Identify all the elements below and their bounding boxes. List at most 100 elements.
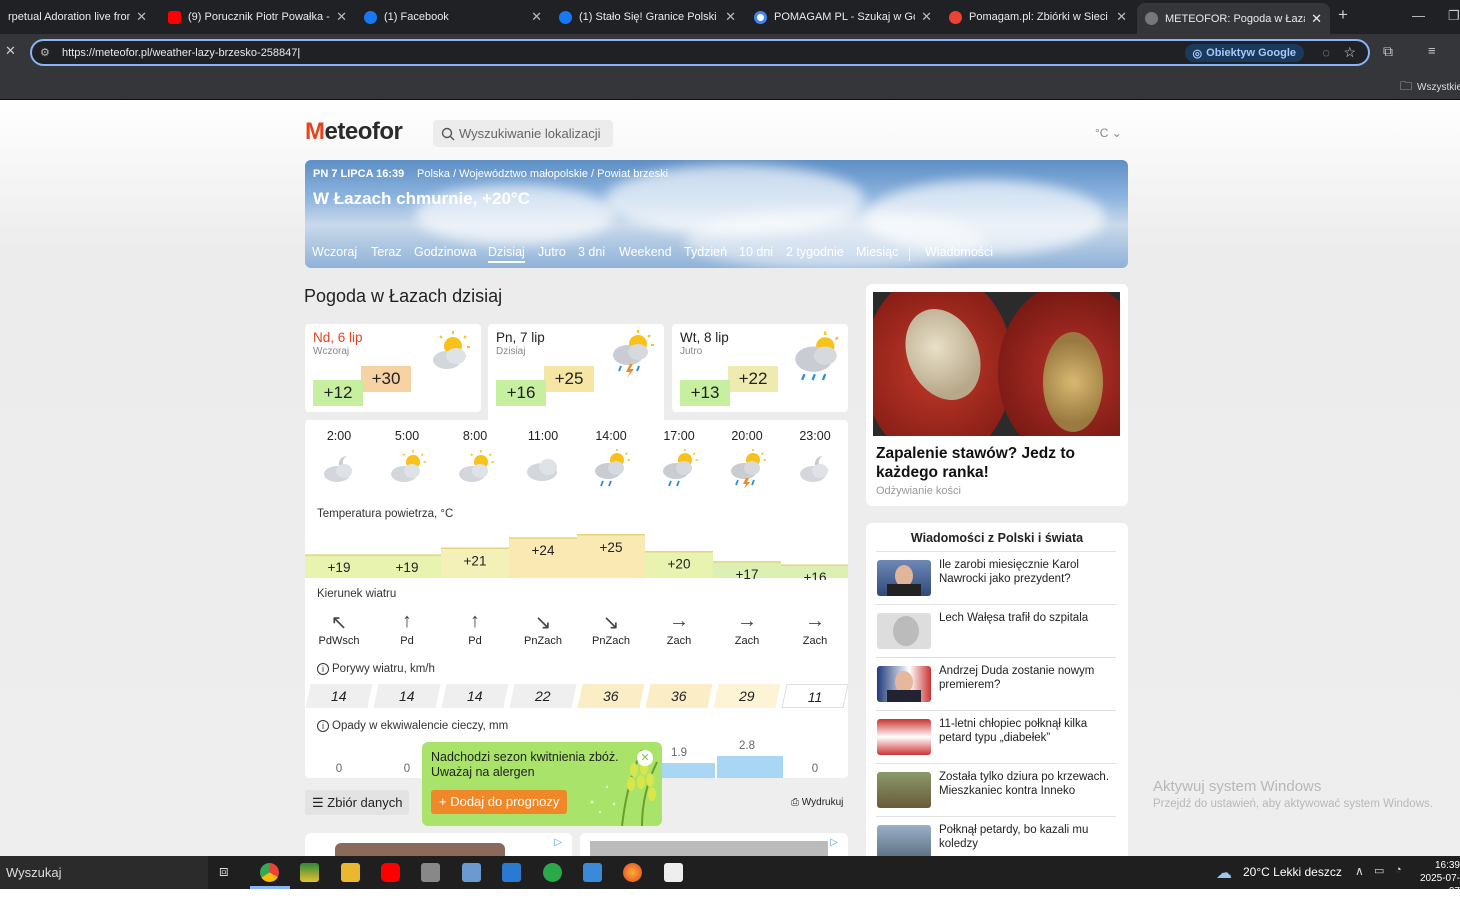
- chevron-up-icon[interactable]: ∧: [1355, 864, 1364, 878]
- tab-tydzien[interactable]: Tydzień: [684, 245, 727, 259]
- utorrent-icon[interactable]: [543, 863, 562, 882]
- advertisement[interactable]: Zapalenie stawów? Jedz to każdego ranka!…: [866, 284, 1128, 506]
- tab-weekend[interactable]: Weekend: [619, 245, 672, 259]
- site-settings-icon[interactable]: ⚙: [40, 46, 50, 59]
- browser-tab[interactable]: (9) Porucznik Piotr Powałka - Yo ✕: [160, 0, 355, 34]
- min-temp: +13: [680, 380, 730, 406]
- tab-teraz[interactable]: Teraz: [371, 245, 402, 259]
- tab-dzisiaj[interactable]: Dzisiaj: [488, 245, 525, 263]
- news-item[interactable]: Lech Wałęsa trafił do szpitala: [876, 604, 1116, 657]
- new-tab-icon[interactable]: +: [1338, 5, 1348, 25]
- printer-icon: ⎙: [791, 797, 799, 808]
- adchoices-icon[interactable]: ▷: [830, 837, 838, 848]
- clapperboard-icon[interactable]: [664, 863, 683, 882]
- temp-value: +16: [804, 570, 827, 580]
- location-search-input[interactable]: Wyszukiwanie lokalizacji: [433, 120, 613, 147]
- temp-value: +19: [328, 560, 351, 575]
- tab-godzinowa[interactable]: Godzinowa: [414, 245, 477, 259]
- ad-image[interactable]: [873, 292, 1120, 436]
- temp-value: +21: [464, 553, 487, 568]
- wifi-icon[interactable]: ◔: [1395, 864, 1402, 876]
- ad-headline[interactable]: Zapalenie stawów? Jedz to każdego ranka!: [876, 444, 1116, 482]
- close-tab-icon[interactable]: ✕: [136, 9, 147, 25]
- address-bar[interactable]: ⚙ https://meteofor.pl/weather-lazy-brzes…: [30, 39, 1370, 66]
- close-icon[interactable]: ✕: [5, 43, 16, 59]
- info-icon[interactable]: i: [317, 720, 329, 732]
- all-bookmarks-folder[interactable]: 🗀 Wszystkie: [1400, 77, 1460, 98]
- taskbar-search[interactable]: Wyszukaj: [0, 856, 208, 889]
- day-card-yesterday[interactable]: Nd, 6 lip Wczoraj +30 +12: [305, 324, 481, 412]
- tab-wiadomosci[interactable]: Wiadomości: [925, 245, 993, 259]
- precip-bar: [717, 755, 783, 778]
- close-tab-icon[interactable]: ✕: [1311, 11, 1322, 27]
- ad-card[interactable]: ▷: [305, 833, 572, 856]
- add-to-forecast-button[interactable]: + Dodaj do prognozy: [431, 790, 568, 814]
- browser-tab-active[interactable]: METEOFOR: Pogoda w Łazach c✕: [1137, 3, 1330, 34]
- temp-value: +19: [396, 560, 419, 575]
- reading-list-icon[interactable]: ≡: [1428, 43, 1436, 58]
- file-explorer-icon[interactable]: [341, 863, 360, 882]
- app-icon[interactable]: [421, 863, 440, 882]
- maximize-icon[interactable]: ❐: [1448, 8, 1460, 24]
- tab-3-dni[interactable]: 3 dni: [578, 245, 605, 259]
- app-icon[interactable]: [583, 863, 602, 882]
- moon-cloud-icon: [305, 448, 373, 488]
- battery-icon[interactable]: ▭: [1374, 864, 1384, 877]
- minimize-icon[interactable]: —: [1412, 8, 1425, 23]
- news-item[interactable]: Połknął petardy, bo kazali mu koledzy: [876, 816, 1116, 856]
- browser-tab[interactable]: rpetual Adoration live from S✕: [0, 0, 155, 34]
- ad-card[interactable]: ▷: [580, 833, 848, 856]
- taskbar-weather[interactable]: 20°C Lekki deszcz: [1243, 865, 1342, 879]
- url-text[interactable]: https://meteofor.pl/weather-lazy-brzesko…: [62, 47, 297, 59]
- browser-tab[interactable]: Pomagam.pl: Zbiórki w Sieci - G✕: [941, 0, 1135, 34]
- close-tab-icon[interactable]: ✕: [921, 9, 932, 25]
- adchoices-icon[interactable]: ▷: [554, 837, 562, 848]
- app-icon[interactable]: [300, 863, 319, 882]
- news-item[interactable]: Ile zarobi miesięcznie Karol Nawrocki ja…: [876, 551, 1116, 604]
- dataset-button[interactable]: ☰ Zbiór danych: [305, 790, 410, 815]
- news-panel: Wiadomości z Polski i świata Ile zarobi …: [866, 523, 1128, 856]
- tab-10-dni[interactable]: 10 dni: [739, 245, 773, 259]
- print-button[interactable]: ⎙ Wydrukuj: [791, 797, 843, 808]
- news-item[interactable]: Została tylko dziura po krzewach. Mieszk…: [876, 763, 1116, 816]
- google-lens-button[interactable]: ◎ Obiektyw Google: [1184, 44, 1304, 62]
- youtube-icon[interactable]: [381, 863, 400, 882]
- extensions-icon[interactable]: ⧉: [1383, 43, 1393, 60]
- firefox-icon[interactable]: [623, 863, 642, 882]
- temp-value: +24: [532, 543, 555, 558]
- gust-value: 29: [713, 684, 781, 708]
- close-tab-icon[interactable]: ✕: [336, 9, 347, 25]
- notepad-icon[interactable]: [462, 863, 481, 882]
- day-card-today[interactable]: Pn, 7 lip Dzisiaj +25 +16: [488, 324, 664, 420]
- facebook-favicon-icon: [364, 10, 377, 24]
- close-tab-icon[interactable]: ✕: [725, 9, 736, 25]
- min-temp: +12: [313, 380, 363, 406]
- sun-thunder-icon: [713, 448, 781, 489]
- task-view-icon[interactable]: ⧈: [219, 863, 229, 880]
- close-tab-icon[interactable]: ✕: [531, 9, 542, 25]
- tab-miesiac[interactable]: Miesiąc: [856, 245, 898, 259]
- browser-tab[interactable]: (1) Stało Się! Granice Polski Zar✕: [551, 0, 744, 34]
- chrome-icon[interactable]: [260, 863, 279, 882]
- tracking-off-icon[interactable]: ◌: [1322, 45, 1330, 60]
- breadcrumb[interactable]: Polska / Województwo małopolskie / Powia…: [417, 168, 668, 180]
- tab-2-tygodnie[interactable]: 2 tygodnie: [786, 245, 844, 259]
- wind-direction: Zach: [666, 635, 692, 647]
- forecast-nav: Wczoraj Teraz Godzinowa Dzisiaj Jutro 3 …: [305, 245, 1128, 265]
- facebook-favicon-icon: [559, 10, 572, 24]
- news-item[interactable]: Andrzej Duda zostanie nowym premierem?: [876, 657, 1116, 710]
- info-icon[interactable]: i: [317, 663, 329, 675]
- news-item[interactable]: 11-letni chłopiec połknął kilka petard t…: [876, 710, 1116, 763]
- bookmark-star-icon[interactable]: ☆: [1343, 44, 1356, 61]
- meteofor-logo[interactable]: Meteofor: [305, 118, 403, 146]
- wind-direction: PdWsch: [318, 635, 360, 647]
- app-icon[interactable]: [502, 863, 521, 882]
- tab-jutro[interactable]: Jutro: [538, 245, 566, 259]
- browser-tab[interactable]: POMAGAM PL - Szukaj w Goog✕: [746, 0, 940, 34]
- tab-wczoraj[interactable]: Wczoraj: [312, 245, 357, 259]
- unit-selector[interactable]: °C ⌄: [1095, 126, 1122, 140]
- close-popup-icon[interactable]: ✕: [637, 750, 653, 766]
- browser-tab[interactable]: (1) Facebook ✕: [356, 0, 550, 34]
- day-card-tomorrow[interactable]: Wt, 8 lip Jutro +22 +13: [672, 324, 848, 412]
- close-tab-icon[interactable]: ✕: [1116, 9, 1127, 25]
